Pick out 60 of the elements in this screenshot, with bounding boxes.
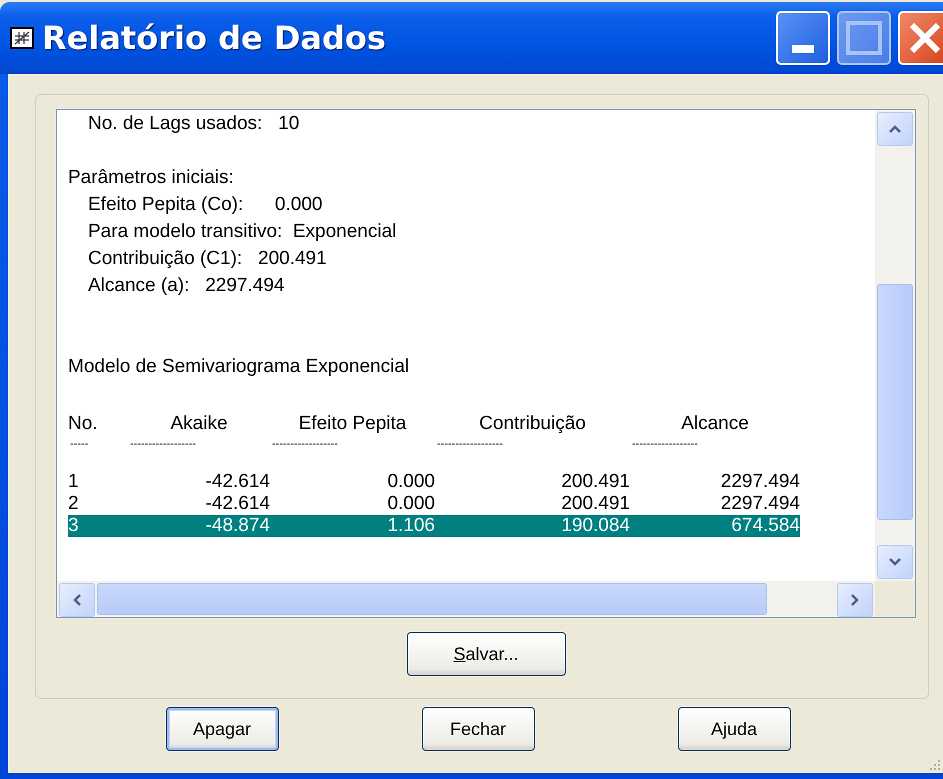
chevron-up-icon xyxy=(888,124,902,134)
column-rule: ------------------ xyxy=(129,437,197,452)
column-header: Akaike xyxy=(169,412,229,436)
table-cell-text: 0.000 xyxy=(386,471,435,493)
table-cell-text: 200.491 xyxy=(560,493,630,515)
column-rule: ----- xyxy=(69,437,90,452)
window-title: Relatório de Dados xyxy=(42,19,387,57)
column-rule: ------------------ xyxy=(271,437,339,452)
column-header: Alcance xyxy=(680,412,750,436)
scroll-up-button[interactable] xyxy=(877,112,913,146)
report-line: Efeito Pepita (Co): 0.000 xyxy=(88,193,322,217)
resize-grip-icon xyxy=(929,759,941,771)
table-row[interactable]: 2 -42.614 0.000 200.491 2297.494 xyxy=(68,493,800,515)
table-cell-text: 1.106 xyxy=(386,515,435,537)
table-cell-text: -48.874 xyxy=(204,515,270,537)
report-line: Para modelo transitivo: Exponencial xyxy=(88,220,396,244)
scroll-down-button[interactable] xyxy=(877,545,913,579)
scroll-left-button[interactable] xyxy=(59,583,95,617)
close-button[interactable] xyxy=(898,11,943,65)
minimize-icon xyxy=(792,45,814,53)
column-rule: ------------------ xyxy=(436,437,504,452)
horizontal-scrollbar[interactable] xyxy=(57,581,875,617)
table-cell-text: 674.584 xyxy=(730,515,800,537)
scroll-right-button[interactable] xyxy=(837,583,873,617)
table-cell-text: 190.084 xyxy=(560,515,630,537)
chevron-left-icon xyxy=(72,593,82,607)
close-icon xyxy=(908,21,942,55)
vertical-scrollbar[interactable] xyxy=(875,110,915,581)
save-button[interactable]: Salvar... xyxy=(406,632,566,676)
report-heading: Parâmetros iniciais: xyxy=(68,166,234,190)
maximize-icon xyxy=(846,21,882,55)
table-cell-text: 2297.494 xyxy=(720,493,800,515)
table-cell-text: 3 xyxy=(68,515,80,537)
table-cell-text: 2297.494 xyxy=(720,471,800,493)
dialog-button[interactable]: Apagar xyxy=(166,707,278,751)
table-icon xyxy=(10,27,34,49)
scroll-thumb[interactable] xyxy=(877,284,913,520)
report-line: Alcance (a): 2297.494 xyxy=(88,274,284,298)
table-cell-text: 2 xyxy=(68,493,80,515)
column-rule: ------------------ xyxy=(631,437,699,452)
report-line: Contribuição (C1): 200.491 xyxy=(88,247,327,271)
table-row[interactable]: 1 -42.614 0.000 200.491 2297.494 xyxy=(68,471,800,493)
chevron-down-icon xyxy=(888,557,902,567)
selected-row[interactable]: 3 -48.874 1.106 190.084 674.584 xyxy=(68,515,800,537)
report-heading: Modelo de Semivariograma Exponencial xyxy=(68,355,410,379)
table-cell-text: 0.000 xyxy=(386,493,435,515)
chevron-right-icon xyxy=(850,593,860,607)
report-line: No. de Lags usados: 10 xyxy=(88,112,300,136)
dialog-button[interactable]: Fechar xyxy=(422,707,534,751)
scrollbar-corner xyxy=(875,581,915,617)
table-cell-text: -42.614 xyxy=(204,493,270,515)
column-header: Efeito Pepita xyxy=(298,412,408,436)
table-cell-text: -42.614 xyxy=(204,471,270,493)
table-cell-text: 200.491 xyxy=(560,471,630,493)
column-header: Contribuição xyxy=(478,412,587,436)
scroll-thumb[interactable] xyxy=(97,583,767,615)
dialog-button[interactable]: Ajuda xyxy=(678,707,790,751)
minimize-button[interactable] xyxy=(776,11,830,65)
column-header: No. xyxy=(68,412,99,436)
table-cell-text: 1 xyxy=(68,471,80,493)
